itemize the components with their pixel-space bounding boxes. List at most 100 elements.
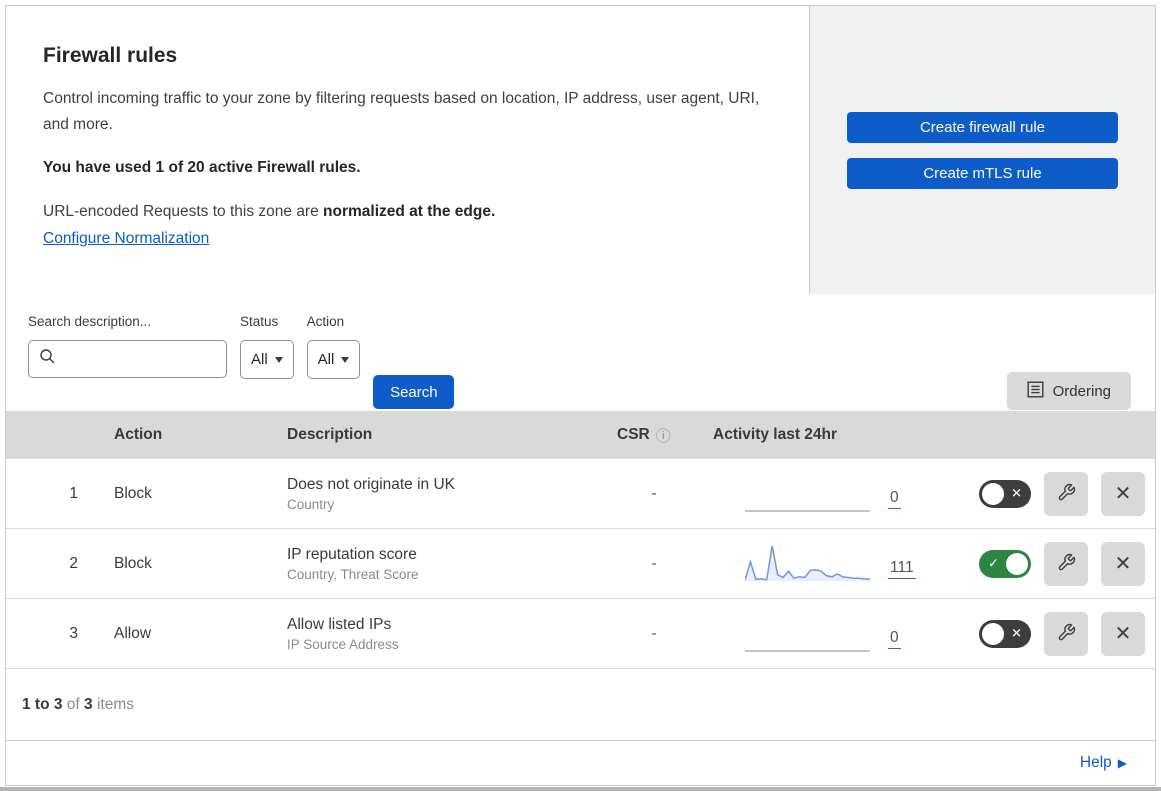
firewall-rules-page: Firewall rules Control incoming traffic … — [0, 0, 1161, 791]
viewport-bottom-edge — [0, 787, 1161, 791]
rule-activity-cell: 0 — [709, 612, 969, 656]
rule-priority: 2 — [69, 554, 78, 572]
ordering-button-label: Ordering — [1052, 382, 1111, 400]
pagination-summary: 1 to 3 of 3 items — [6, 669, 1155, 741]
help-bar: Help ▶ — [6, 741, 1155, 785]
chevron-down-icon — [341, 356, 350, 363]
rule-controls: ✓ ✕ — [969, 541, 1155, 586]
rule-priority: 1 — [69, 484, 78, 502]
edit-rule-button[interactable] — [1044, 611, 1088, 656]
rule-csr-value: - — [651, 554, 657, 572]
rule-controls: ✕ ✕ — [969, 611, 1155, 656]
count-of: of — [62, 695, 85, 713]
delete-rule-button[interactable]: ✕ — [1101, 471, 1145, 516]
usage-summary: You have used 1 of 20 active Firewall ru… — [43, 159, 361, 177]
toggle-state-icon: ✕ — [1011, 485, 1022, 501]
toggle-knob — [982, 622, 1004, 645]
table-header-row: Action Description CSR ⓘ Activity last 2… — [6, 411, 1155, 459]
ordering-button[interactable]: Ordering — [1006, 372, 1131, 410]
action-filter-group: Action All — [306, 314, 361, 379]
status-select-value: All — [251, 351, 268, 368]
search-input[interactable] — [28, 340, 227, 378]
toggle-state-icon: ✕ — [1011, 625, 1022, 641]
rule-enabled-toggle[interactable]: ✓ — [979, 549, 1031, 578]
close-icon: ✕ — [1114, 552, 1132, 575]
rule-csr-value: - — [651, 484, 657, 502]
header-description: Description — [287, 426, 373, 443]
rule-criteria: Country, Threat Score — [287, 566, 419, 582]
action-label: Action — [306, 314, 345, 329]
wrench-icon — [1057, 623, 1076, 645]
rule-description-cell: IP reputation score Country, Threat Scor… — [266, 546, 599, 582]
status-filter-group: Status All — [240, 314, 294, 379]
activity-sparkline — [745, 649, 870, 652]
rule-description: IP reputation score — [287, 545, 417, 563]
header-activity: Activity last 24hr — [713, 426, 838, 443]
toggle-knob — [1006, 552, 1028, 575]
table-row: 2 Block IP reputation score Country, Thr… — [6, 529, 1155, 599]
rule-criteria: Country — [287, 496, 335, 512]
rule-description-cell: Does not originate in UK Country — [266, 476, 599, 512]
activity-count-link[interactable]: 111 — [888, 559, 916, 579]
info-icon[interactable]: ⓘ — [656, 425, 671, 446]
page-title: Firewall rules — [43, 44, 178, 67]
create-firewall-rule-button[interactable]: Create firewall rule — [847, 111, 1118, 143]
rule-csr-value: - — [651, 624, 657, 642]
header-csr-label: CSR — [617, 426, 650, 443]
search-button[interactable]: Search — [373, 375, 455, 409]
status-select[interactable]: All — [240, 340, 294, 379]
header-action: Action — [114, 426, 163, 443]
create-mtls-rule-button[interactable]: Create mTLS rule — [847, 157, 1118, 189]
main-card: Firewall rules Control incoming traffic … — [5, 5, 1156, 786]
intro-panel: Firewall rules Control incoming traffic … — [6, 6, 810, 294]
rule-priority: 3 — [69, 624, 78, 642]
cta-panel: Create firewall rule Create mTLS rule — [810, 6, 1155, 294]
rule-description: Allow listed IPs — [287, 615, 392, 633]
close-icon: ✕ — [1114, 622, 1132, 645]
rule-enabled-toggle[interactable]: ✕ — [979, 479, 1031, 508]
edit-rule-button[interactable] — [1044, 541, 1088, 586]
toggle-state-icon: ✓ — [988, 555, 999, 571]
chevron-down-icon — [274, 356, 283, 363]
table-row: 1 Block Does not originate in UK Country… — [6, 459, 1155, 529]
rule-activity-cell: 0 — [709, 472, 969, 516]
count-range: 1 to 3 — [22, 695, 63, 713]
wrench-icon — [1057, 553, 1076, 575]
help-label: Help — [1079, 754, 1112, 771]
action-select[interactable]: All — [306, 340, 361, 379]
activity-count-link[interactable]: 0 — [888, 489, 901, 509]
rule-enabled-toggle[interactable]: ✕ — [979, 619, 1031, 648]
close-icon: ✕ — [1114, 482, 1132, 505]
delete-rule-button[interactable]: ✕ — [1101, 541, 1145, 586]
activity-sparkline — [745, 545, 870, 581]
filter-bar: Search description... Status All Action … — [6, 294, 1155, 411]
search-label: Search description... — [28, 314, 152, 329]
rule-action: Block — [114, 484, 152, 502]
normalization-bold: normalized at the edge. — [323, 203, 496, 221]
normalization-text: URL-encoded Requests to this zone are — [43, 203, 324, 221]
wrench-icon — [1057, 483, 1076, 505]
rule-description: Does not originate in UK — [287, 475, 456, 493]
rule-criteria: IP Source Address — [287, 636, 399, 652]
page-description: Control incoming traffic to your zone by… — [43, 90, 760, 133]
toggle-knob — [982, 482, 1004, 505]
rule-description-cell: Allow listed IPs IP Source Address — [266, 616, 599, 652]
search-group: Search description... — [28, 314, 227, 378]
rules-table: Action Description CSR ⓘ Activity last 2… — [6, 411, 1155, 669]
count-total: 3 — [84, 695, 93, 713]
help-link[interactable]: Help ▶ — [1080, 754, 1127, 772]
normalization-note: URL-encoded Requests to this zone are no… — [43, 203, 765, 221]
configure-normalization-link[interactable]: Configure Normalization — [43, 230, 209, 247]
delete-rule-button[interactable]: ✕ — [1101, 611, 1145, 656]
action-select-value: All — [317, 351, 335, 368]
count-items: items — [92, 695, 134, 713]
edit-rule-button[interactable] — [1044, 471, 1088, 516]
rule-action: Block — [114, 554, 152, 572]
rule-controls: ✕ ✕ — [969, 471, 1155, 516]
activity-count-link[interactable]: 0 — [888, 629, 901, 649]
rule-action: Allow — [114, 624, 152, 642]
top-section: Firewall rules Control incoming traffic … — [6, 6, 1155, 294]
table-row: 3 Allow Allow listed IPs IP Source Addre… — [6, 599, 1155, 669]
header-csr: CSR ⓘ — [599, 425, 709, 446]
arrow-right-icon: ▶ — [1117, 756, 1127, 770]
